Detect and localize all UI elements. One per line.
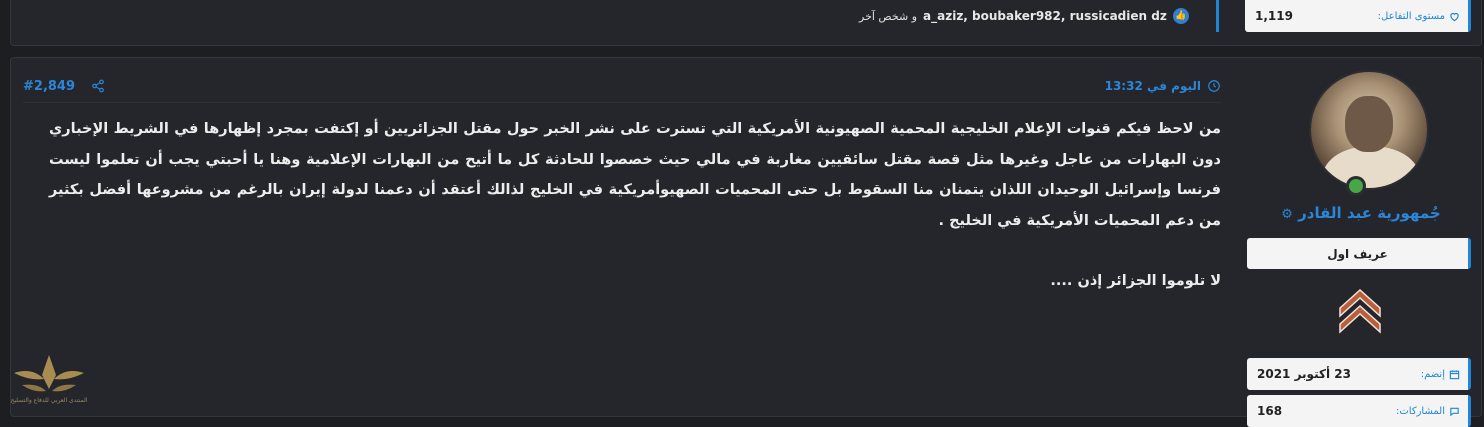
username[interactable]: جُمهورية عبد القادر ⚙: [1245, 204, 1477, 222]
post-closing-line: لا تلوموا الجزائر إذن ....: [1050, 273, 1221, 289]
watermark-text: المنتدى العربي للدفاع والتسليح: [10, 397, 88, 404]
user-sidebar: جُمهورية عبد القادر ⚙ عريف اول إنضم: 23 …: [1245, 58, 1477, 427]
comments-icon: [1450, 407, 1459, 416]
posts-count-box: المشاركات: 168: [1247, 395, 1471, 427]
post-date-wrap[interactable]: اليوم في 13:32: [1105, 79, 1221, 93]
heart-icon: [1450, 12, 1459, 21]
forum-post: #2,849 اليوم في 13:32 من لاحظ فيكم قنوات…: [10, 57, 1482, 427]
post-number[interactable]: #2,849: [23, 79, 75, 94]
previous-post-footer: 👍 a_aziz, boubaker982, russicadien dz و …: [10, 0, 1482, 46]
header-divider: [23, 102, 1221, 103]
joined-box: إنضم: 23 أكتوبر 2021: [1247, 358, 1471, 390]
posts-label: المشاركات:: [1396, 405, 1445, 417]
reaction-score-value: 1,119: [1255, 9, 1293, 23]
online-status-icon: [1346, 176, 1366, 196]
joined-label-wrap: إنضم:: [1421, 369, 1460, 380]
avatar-face: [1345, 96, 1393, 152]
reaction-score-label-wrap: مستوى التفاعل:: [1378, 11, 1460, 22]
post-body: من لاحظ فيكم قنوات الإعلام الخليجية المح…: [49, 114, 1221, 297]
calendar-icon: [1449, 369, 1460, 379]
reaction-score-label: مستوى التفاعل:: [1377, 10, 1445, 22]
clock-icon: [1208, 80, 1220, 92]
avatar[interactable]: [1309, 70, 1429, 190]
posts-value: 168: [1257, 404, 1283, 418]
posts-label-wrap: المشاركات:: [1396, 406, 1460, 417]
reaction-score-box: مستوى التفاعل: 1,119: [1245, 0, 1471, 32]
avatar-robe: [1323, 146, 1419, 188]
reaction-others[interactable]: و شخص آخر: [859, 10, 917, 23]
post-paragraph: من لاحظ فيكم قنوات الإعلام الخليجية المح…: [49, 121, 1221, 229]
joined-label: إنضم:: [1420, 368, 1445, 380]
user-title: عريف اول: [1247, 238, 1471, 269]
post-date[interactable]: اليوم في 13:32: [1105, 79, 1201, 93]
reactions-bar[interactable]: 👍 a_aziz, boubaker982, russicadien dz و …: [859, 0, 1219, 32]
username-text[interactable]: جُمهورية عبد القادر: [1298, 204, 1441, 222]
badge-icon: ⚙: [1281, 207, 1293, 222]
post-number-wrap: #2,849: [23, 79, 105, 94]
share-icon[interactable]: [91, 79, 105, 93]
like-icon: 👍: [1172, 8, 1189, 24]
reaction-users[interactable]: a_aziz, boubaker982, russicadien dz: [923, 9, 1167, 23]
joined-value: 23 أكتوبر 2021: [1257, 367, 1351, 381]
post-header: #2,849 اليوم في 13:32: [11, 70, 1223, 102]
rank-chevron-icon: [1339, 288, 1381, 334]
